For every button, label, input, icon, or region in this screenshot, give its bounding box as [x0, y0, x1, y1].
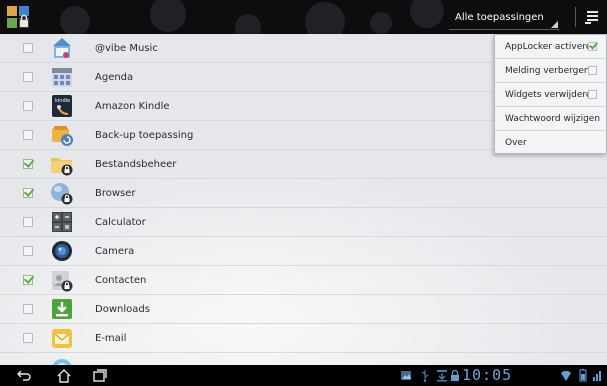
menu-item-label: AppLocker activeren [505, 42, 597, 52]
battery-icon [579, 369, 587, 382]
email-icon [52, 329, 72, 348]
menu-item-about[interactable]: Over [495, 131, 606, 155]
lock-icon[interactable] [450, 369, 460, 382]
overflow-menu: AppLocker activeren Melding verbergen Wi… [494, 34, 607, 154]
overflow-menu-icon[interactable] [583, 8, 601, 26]
camera-icon [52, 241, 72, 261]
app-name: Downloads [95, 304, 150, 315]
background-decoration [150, 0, 186, 32]
menu-checkbox[interactable] [588, 66, 597, 75]
usb-icon[interactable] [420, 369, 430, 382]
app-checkbox[interactable] [23, 130, 33, 140]
action-bar-divider [575, 7, 576, 27]
app-checkbox[interactable] [23, 246, 33, 256]
app-checkbox[interactable] [23, 101, 33, 111]
browser-locked-icon [51, 183, 73, 205]
list-item[interactable]: E-mail [0, 324, 607, 353]
system-bar: 10:05 [0, 365, 607, 386]
app-filter-dropdown[interactable]: Alle toepassingen [449, 6, 559, 30]
download-notification-icon[interactable] [436, 369, 448, 382]
list-item[interactable] [0, 353, 607, 365]
menu-item-hide-notification[interactable]: Melding verbergen [495, 59, 606, 83]
menu-item-remove-widgets[interactable]: Widgets verwijderen [495, 83, 606, 107]
list-item[interactable]: Downloads [0, 295, 607, 324]
menu-item-applocker-activate[interactable]: AppLocker activeren [495, 35, 606, 59]
list-item[interactable]: Contacten [0, 266, 607, 295]
app-name: Camera [95, 246, 135, 257]
app-name: Amazon Kindle [95, 101, 170, 112]
menu-item-change-password[interactable]: Wachtwoord wijzigen [495, 107, 606, 131]
menu-item-label: Melding verbergen [505, 66, 590, 76]
background-decoration [235, 14, 261, 34]
app-checkbox[interactable] [23, 43, 33, 53]
app-filter-label: Alle toepassingen [455, 12, 544, 23]
app-checkbox[interactable] [23, 275, 33, 285]
menu-checkbox[interactable] [588, 90, 597, 99]
partial-app-icon [52, 359, 72, 365]
action-bar: Alle toepassingen [0, 0, 607, 34]
app-checkbox[interactable] [23, 217, 33, 227]
background-decoration [60, 6, 90, 34]
app-checkbox[interactable] [23, 159, 33, 169]
kindle-icon: kindle [52, 95, 72, 117]
app-name: Contacten [95, 275, 147, 286]
app-checkbox[interactable] [23, 333, 33, 343]
calendar-icon [52, 68, 72, 87]
app-name: Calculator [95, 217, 146, 228]
background-decoration [370, 12, 392, 34]
background-decoration [410, 0, 444, 28]
list-item[interactable]: Browser [0, 179, 607, 208]
menu-item-label: Wachtwoord wijzigen [505, 114, 601, 124]
menu-checkbox[interactable] [588, 42, 597, 51]
back-icon[interactable] [16, 368, 32, 383]
gallery-notification-icon[interactable] [400, 369, 412, 382]
caret-icon [551, 21, 558, 28]
calculator-icon [52, 212, 72, 232]
app-name: E-mail [95, 333, 127, 344]
app-checkbox[interactable] [23, 72, 33, 82]
menu-item-label: Widgets verwijderen [505, 90, 598, 100]
app-name: Back-up toepassing [95, 130, 194, 141]
svg-text:kindle: kindle [55, 98, 70, 104]
vibe-music-icon [53, 38, 71, 58]
app-name: Agenda [95, 72, 134, 83]
clock[interactable]: 10:05 [462, 366, 512, 385]
menu-item-label: Over [505, 138, 527, 148]
signal-icon [593, 371, 601, 381]
app-name: @vibe Music [95, 43, 158, 54]
wifi-icon [561, 370, 571, 381]
app-name: Browser [95, 188, 136, 199]
home-icon[interactable] [56, 368, 72, 383]
contacts-locked-icon [52, 271, 73, 292]
app-checkbox[interactable] [23, 188, 33, 198]
downloads-icon [52, 299, 72, 319]
applocker-app-icon[interactable] [6, 5, 30, 29]
file-manager-locked-icon [51, 158, 73, 176]
app-checkbox[interactable] [23, 304, 33, 314]
list-item[interactable]: Calculator [0, 208, 607, 237]
backup-icon [52, 126, 73, 146]
app-name: Bestandsbeheer [95, 159, 177, 170]
list-item[interactable]: Camera [0, 237, 607, 266]
recent-apps-icon[interactable] [92, 368, 108, 383]
background-decoration [305, 2, 345, 34]
